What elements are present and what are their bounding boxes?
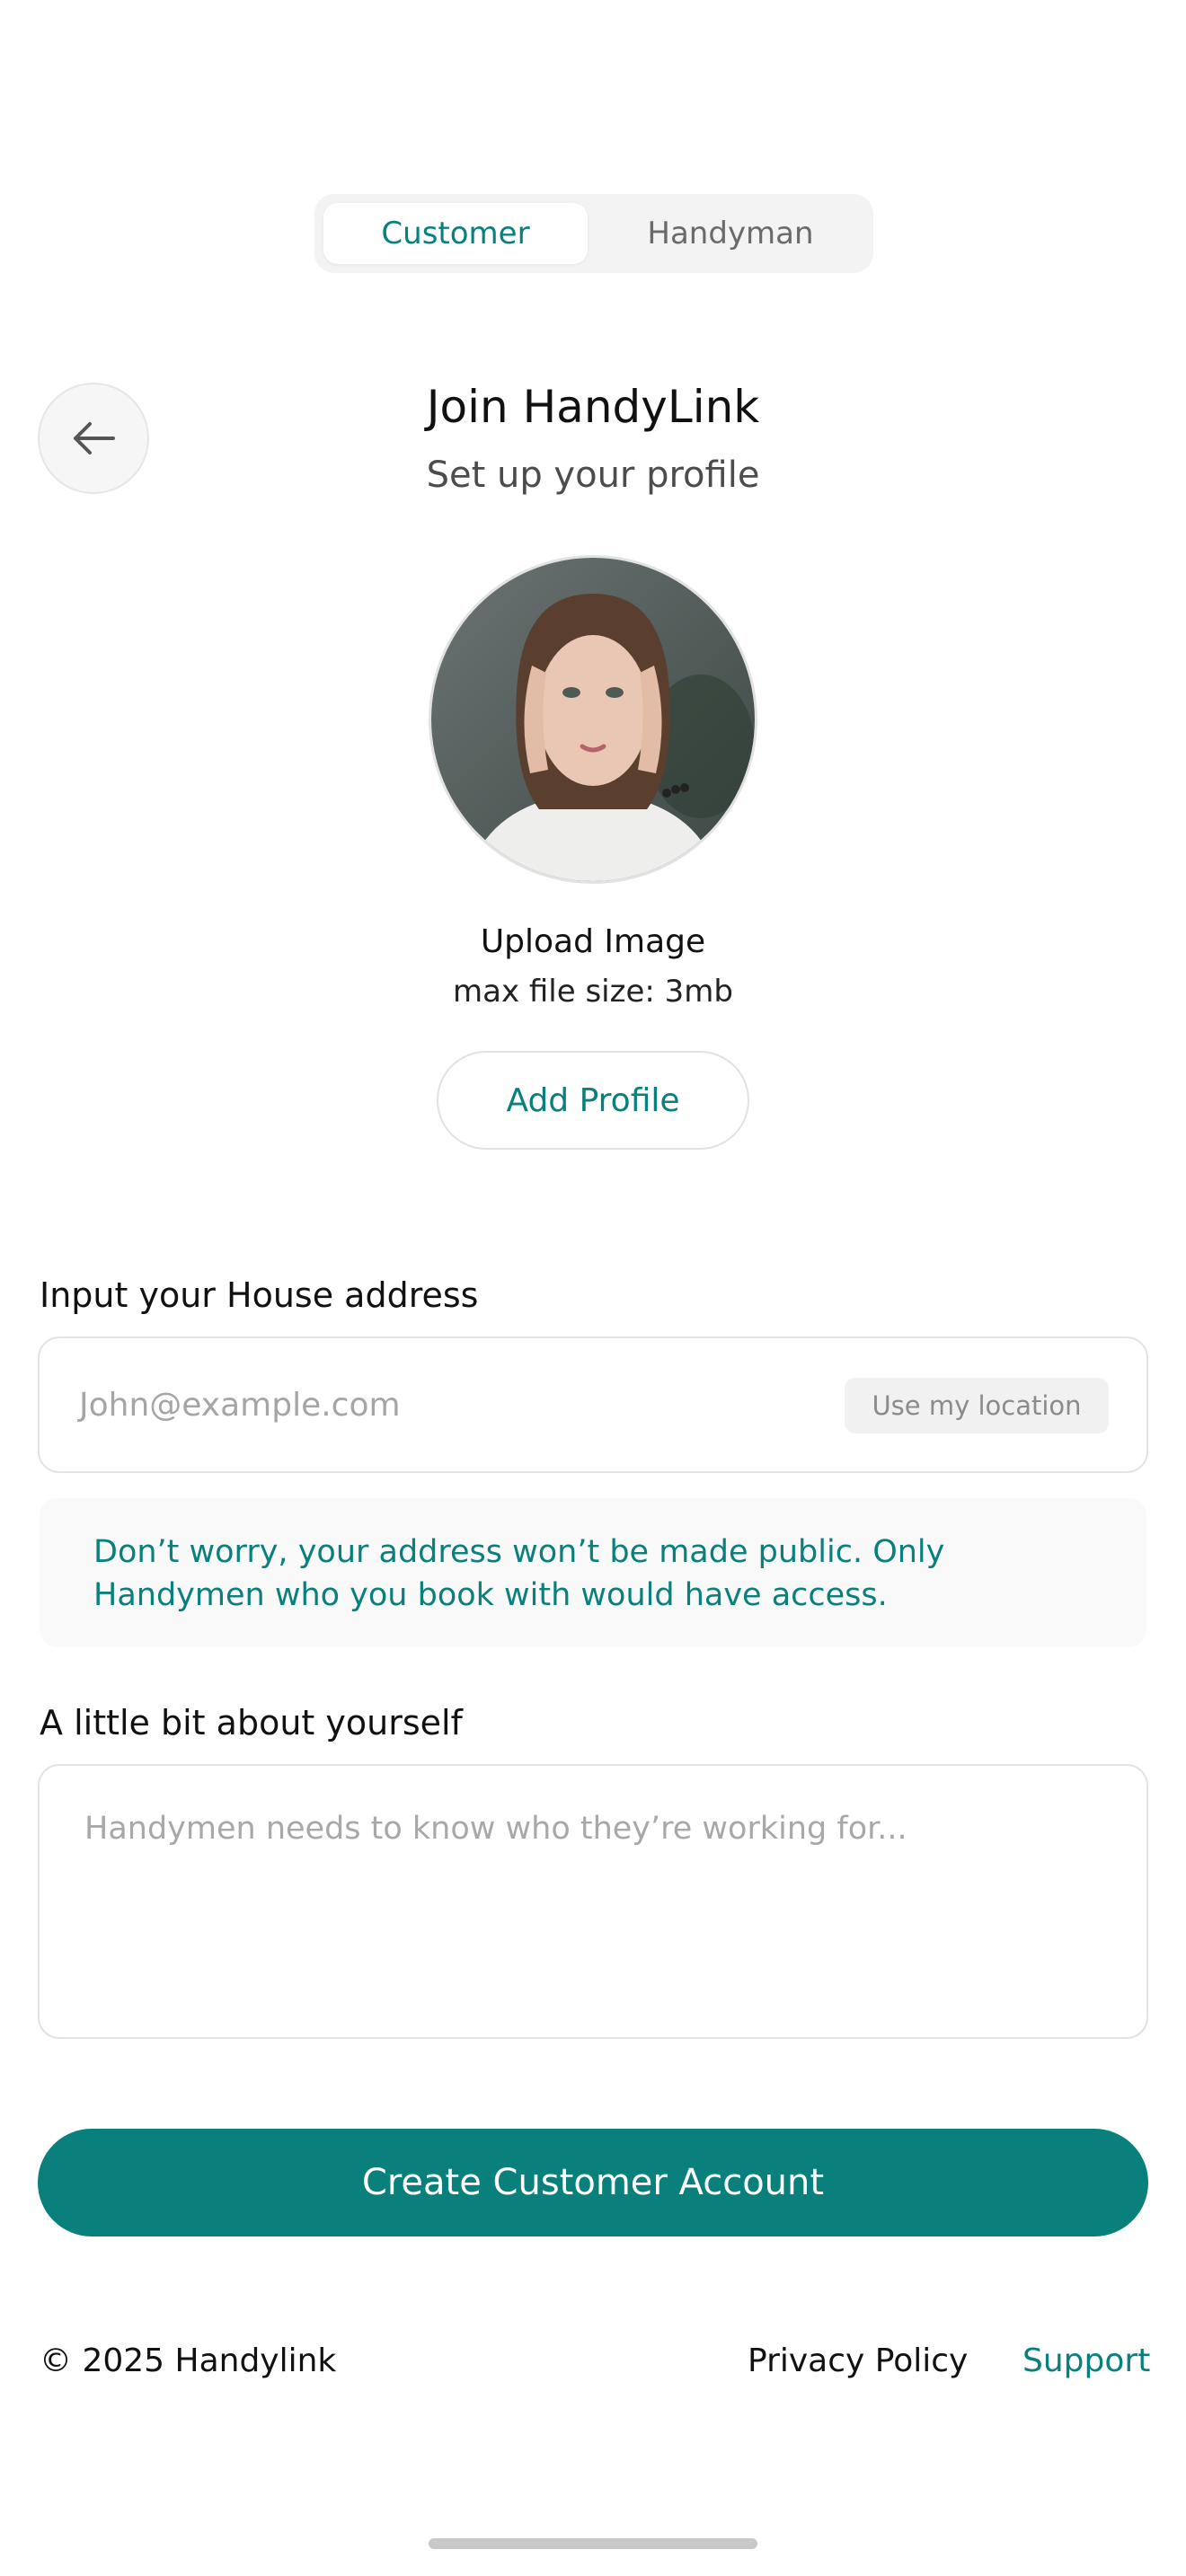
about-textarea[interactable]: Handymen needs to know who they’re worki…	[38, 1764, 1148, 2039]
page-subtitle: Set up your profile	[426, 454, 760, 496]
about-placeholder: Handymen needs to know who they’re worki…	[84, 1811, 907, 1847]
page-title: Join HandyLink	[426, 381, 760, 433]
privacy-note-text: Don’t worry, your address won’t be made …	[93, 1534, 945, 1613]
account-type-toggle: Customer Handyman	[314, 194, 873, 273]
tab-handyman[interactable]: Handyman	[597, 203, 864, 264]
privacy-policy-link[interactable]: Privacy Policy	[748, 2342, 968, 2379]
use-my-location-button[interactable]: Use my location	[845, 1378, 1109, 1434]
add-profile-button[interactable]: Add Profile	[437, 1051, 749, 1150]
footer-copyright: © 2025 Handylink	[40, 2342, 337, 2379]
profile-photo	[431, 558, 755, 881]
home-indicator	[429, 2538, 757, 2549]
upload-image-label: Upload Image	[480, 923, 706, 960]
tab-customer[interactable]: Customer	[323, 203, 588, 264]
file-size-note: max file size: 3mb	[453, 974, 733, 1010]
create-customer-account-button[interactable]: Create Customer Account	[38, 2129, 1148, 2236]
address-placeholder: John@example.com	[79, 1386, 401, 1424]
support-link[interactable]: Support	[1022, 2342, 1150, 2379]
about-label: A little bit about yourself	[40, 1703, 463, 1742]
address-privacy-note: Don’t worry, your address won’t be made …	[40, 1498, 1146, 1647]
address-label: Input your House address	[40, 1275, 479, 1315]
avatar[interactable]	[429, 555, 757, 884]
address-input[interactable]: John@example.com Use my location	[38, 1337, 1148, 1473]
